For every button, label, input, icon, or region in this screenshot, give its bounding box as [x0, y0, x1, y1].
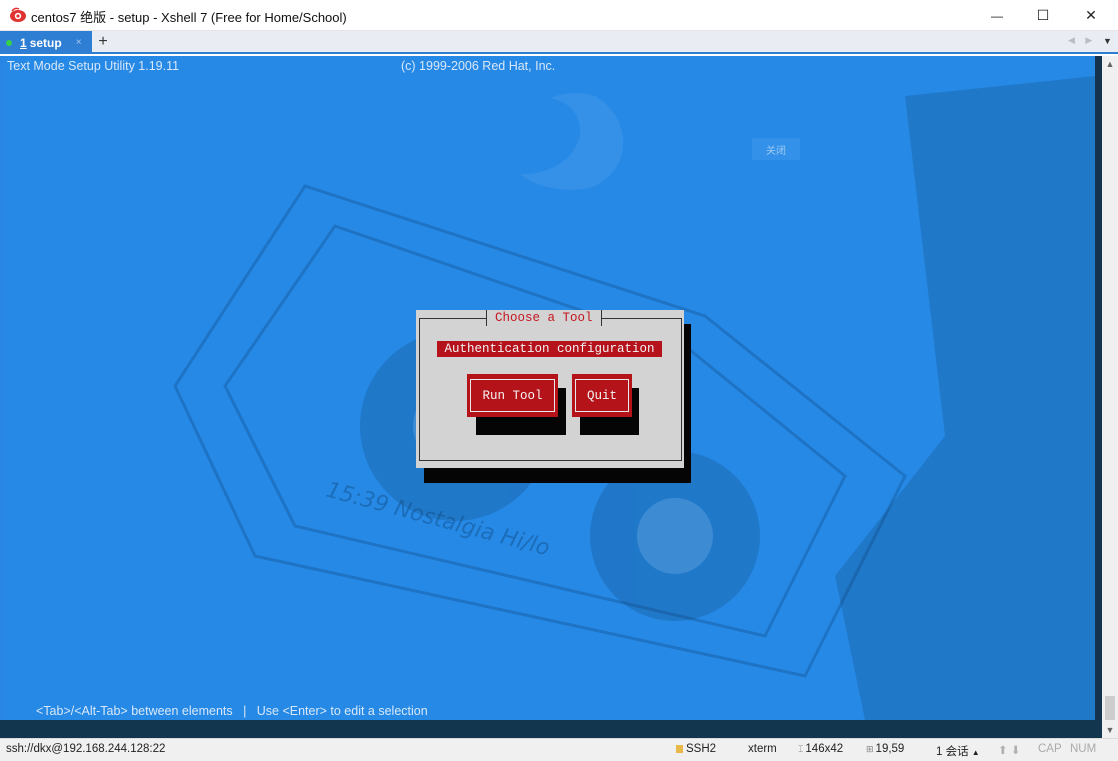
sessions-count[interactable]: 1 会话 ▲: [936, 743, 980, 759]
close-icon: ✕: [1085, 7, 1097, 23]
new-tab-button[interactable]: +: [94, 33, 112, 51]
status-bar: ssh://dkx@192.168.244.128:22 SSH2 xterm …: [0, 738, 1118, 761]
terminal-size: ⌶ 146x42: [798, 743, 843, 755]
scroll-down-icon[interactable]: ▼: [1102, 722, 1118, 738]
connection-status-icon: [6, 39, 12, 46]
size-icon: ⌶: [798, 744, 804, 754]
terminal-scrollbar[interactable]: ▲ ▼: [1102, 56, 1118, 738]
minimize-button[interactable]: —: [974, 0, 1020, 31]
quit-button[interactable]: Quit: [572, 374, 632, 417]
sessions-label: 1 会话: [936, 746, 969, 758]
sessions-arrow-icon: ▲: [971, 748, 980, 757]
terminal-right-margin: [1095, 56, 1102, 720]
terminal-type: xterm: [748, 743, 777, 755]
protocol-indicator: SSH2: [676, 743, 716, 755]
tab-bar: 1 setup × + ◀ ▶ ▼: [0, 31, 1118, 54]
quit-label: Quit: [575, 379, 629, 412]
num-lock-indicator: NUM: [1070, 743, 1097, 755]
close-button[interactable]: ✕: [1068, 0, 1114, 31]
window-title: centos7 绝版 - setup - Xshell 7 (Free for …: [31, 10, 347, 25]
copyright-header: (c) 1999-2006 Red Hat, Inc.: [401, 59, 556, 73]
title-bar: centos7 绝版 - setup - Xshell 7 (Free for …: [0, 0, 1118, 31]
run-tool-label: Run Tool: [470, 379, 555, 412]
scroll-up-icon[interactable]: ▲: [1102, 56, 1118, 72]
cursor-position-value: 19,59: [875, 743, 905, 755]
terminal-bottom-margin: [0, 720, 1102, 738]
dialog-title: Choose a Tool: [486, 310, 602, 326]
run-tool-button[interactable]: Run Tool: [467, 374, 558, 417]
lock-icon: [676, 745, 683, 753]
maximize-icon: ☐: [1036, 7, 1050, 23]
plus-icon: +: [98, 33, 108, 50]
transfer-arrows-icon: ⬆ ⬇: [998, 745, 1021, 757]
tab-number: 1: [20, 35, 27, 50]
minimize-icon: —: [991, 8, 1003, 23]
wallpaper-close-label: 关闭: [752, 138, 800, 160]
xshell-app-icon[interactable]: [9, 7, 27, 23]
protocol-label: SSH2: [686, 743, 717, 755]
maximize-button[interactable]: ☐: [1020, 0, 1066, 31]
tab-list-menu-icon[interactable]: ▼: [1103, 36, 1112, 46]
terminal-size-value: 146x42: [805, 743, 844, 755]
scroll-thumb[interactable]: [1105, 696, 1115, 720]
position-icon: ⊞: [866, 744, 874, 754]
connection-address: ssh://dkx@192.168.244.128:22: [6, 743, 166, 755]
tab-close-icon[interactable]: ×: [76, 37, 82, 48]
keyboard-hints: <Tab>/<Alt-Tab> between elements | Use <…: [36, 704, 428, 718]
setup-utility-header: Text Mode Setup Utility 1.19.11: [7, 59, 180, 73]
caps-lock-indicator: CAP: [1038, 743, 1062, 755]
cursor-position: ⊞ 19,59: [866, 743, 904, 755]
tab-label: setup: [29, 35, 62, 50]
tab-setup[interactable]: 1 setup ×: [0, 31, 92, 54]
tab-scroll-arrows-icon[interactable]: ◀ ▶: [1068, 35, 1096, 46]
tool-list-item-selected[interactable]: Authentication configuration: [437, 341, 662, 357]
